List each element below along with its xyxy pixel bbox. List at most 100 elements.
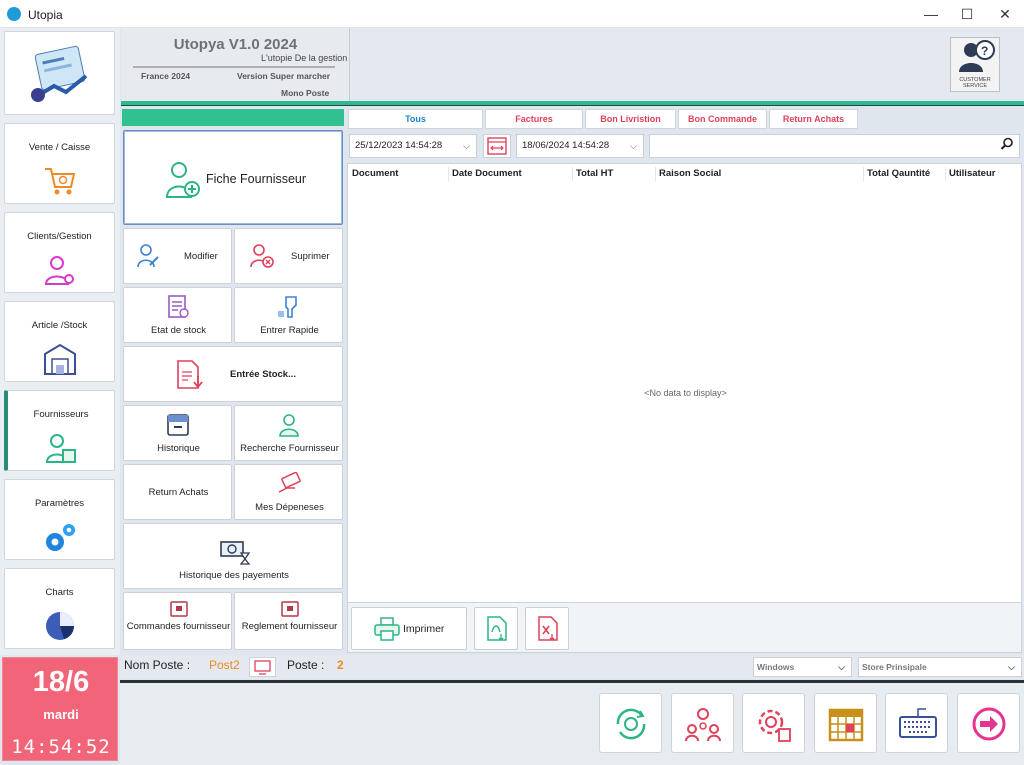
modifier-button[interactable]: Modifier (123, 228, 232, 284)
tab-bon-commande[interactable]: Bon Commande (678, 109, 767, 129)
sync-gear-icon (616, 708, 646, 740)
excel-export-icon (538, 616, 558, 641)
chevron-down-icon: ⌵ (630, 141, 637, 151)
column-header-raison-social[interactable]: Raison Social (659, 168, 721, 179)
empty-table-message: <No data to display> (644, 388, 727, 398)
settings-button[interactable] (742, 693, 805, 753)
app-title: Utopya V1.0 2024 (173, 36, 298, 53)
pdf-export-icon (487, 616, 507, 641)
modifier-label: Modifier (184, 251, 218, 262)
reglement-fournisseur-button[interactable]: Reglement fournisseur (234, 592, 343, 650)
stock-report-icon (168, 295, 189, 318)
close-button[interactable]: ✕ (982, 0, 1024, 28)
title-bar: Utopia — ☐ ✕ (0, 0, 1024, 28)
nav-label: Paramètres (34, 498, 85, 509)
tab-tous[interactable]: Tous (348, 109, 483, 129)
money-hand-icon (278, 472, 301, 493)
warehouse-icon (43, 343, 76, 375)
tab-return-achats[interactable]: Return Achats (769, 109, 858, 129)
sidebar: Vente / Caisse Clients/Gestion Article /… (0, 28, 120, 655)
fiche-fournisseur-button[interactable]: Fiche Fournisseur (123, 130, 343, 225)
illustration-icon (30, 45, 87, 102)
poste-label: Poste : (287, 658, 325, 672)
chevron-down-icon: ⌵ (1008, 662, 1015, 672)
clock-time: 14:54:52 (11, 736, 111, 758)
tab-bon-livristion[interactable]: Bon Livristion (585, 109, 676, 129)
search-icon[interactable] (1000, 137, 1014, 151)
supplier-edit-icon (137, 244, 159, 268)
supplier-delete-icon (250, 244, 274, 268)
documents-table[interactable]: Document Date Document Total HT Raison S… (347, 163, 1022, 603)
printer-icon (374, 617, 400, 641)
export-pdf-button[interactable] (474, 607, 518, 650)
tab-factures[interactable]: Factures (485, 109, 583, 129)
shopping-cart-icon (44, 168, 75, 195)
nom-poste-value: Post2 (209, 658, 240, 672)
mes-depenses-button[interactable]: Mes Dépeneses (234, 464, 343, 520)
accent-bar (121, 101, 1024, 106)
calendar-button[interactable] (814, 693, 877, 753)
suprimer-button[interactable]: Suprimer (234, 228, 343, 284)
nav-vente-caisse[interactable]: Vente / Caisse (4, 123, 115, 204)
supplier-icon (45, 434, 76, 463)
archive-box-icon (167, 414, 189, 436)
commandes-fournisseur-button[interactable]: Commandes fournisseur (123, 592, 232, 650)
app-header: Utopya V1.0 2024 L'utopie De la gestion … (121, 28, 350, 101)
column-header-total-quantite[interactable]: Total Qauntité (867, 168, 930, 179)
app-logo-icon (7, 7, 21, 21)
country-label: France 2024 (141, 71, 191, 81)
nav-label: Fournisseurs (33, 409, 89, 420)
nav-label: Charts (45, 587, 74, 598)
column-header-total-ht[interactable]: Total HT (576, 168, 613, 179)
etat-stock-label: Etat de stock (151, 325, 206, 336)
exit-arrow-icon (972, 707, 1006, 741)
date-to-picker[interactable]: 18/06/2024 14:54:28 ⌵ (516, 134, 644, 158)
keyboard-button[interactable] (885, 693, 948, 753)
exit-button[interactable] (957, 693, 1020, 753)
nav-parametres[interactable]: Paramètres (4, 479, 115, 560)
version-label: Version Super marcher (237, 71, 331, 81)
date-range-button[interactable] (483, 134, 511, 158)
print-button[interactable]: Imprimer (351, 607, 467, 650)
store-select-value: Store Prinsipale (862, 662, 927, 672)
return-achats-button[interactable]: Return Achats (123, 464, 232, 520)
etat-stock-button[interactable]: Etat de stock (123, 287, 232, 343)
nav-article-stock[interactable]: Article /Stock (4, 301, 115, 382)
nav-clients-gestion[interactable]: Clients/Gestion (4, 212, 115, 293)
users-button[interactable] (671, 693, 734, 753)
customer-service-label: CUSTOMER SERVICE (959, 77, 991, 89)
column-header-date-document[interactable]: Date Document (452, 168, 522, 179)
column-separator (655, 167, 656, 181)
column-header-document[interactable]: Document (352, 168, 398, 179)
search-input[interactable] (649, 134, 1020, 158)
window-title: Utopia (28, 8, 63, 22)
recherche-fournisseur-button[interactable]: Recherche Fournisseur (234, 405, 343, 461)
export-excel-button[interactable] (525, 607, 569, 650)
payment-history-icon (220, 541, 251, 565)
customer-service-button[interactable]: ? CUSTOMER SERVICE (950, 37, 1000, 92)
historique-payements-label: Historique des payements (179, 570, 289, 581)
chevron-down-icon: ⌵ (463, 141, 470, 151)
historique-button[interactable]: Historique (123, 405, 232, 461)
mode-label: Mono Poste (281, 88, 330, 98)
store-select[interactable]: Store Prinsipale ⌵ (858, 657, 1022, 677)
monitor-button[interactable] (249, 657, 276, 677)
sync-button[interactable] (599, 693, 662, 753)
pie-chart-icon (45, 612, 74, 640)
column-header-utilisateur[interactable]: Utilisateur (949, 168, 995, 179)
date-from-picker[interactable]: 25/12/2023 14:54:28 ⌵ (349, 134, 477, 158)
gears-icon (45, 524, 75, 551)
entrer-rapide-button[interactable]: Entrer Rapide (234, 287, 343, 343)
entree-stock-button[interactable]: Entrée Stock... (123, 346, 343, 402)
client-gear-icon (44, 256, 74, 285)
historique-label: Historique (157, 443, 200, 454)
fiche-fournisseur-label: Fiche Fournisseur (206, 172, 307, 186)
nav-charts[interactable]: Charts (4, 568, 115, 649)
app-logo-tile (4, 31, 115, 115)
nav-fournisseurs[interactable]: Fournisseurs (4, 390, 115, 471)
theme-select[interactable]: Windows ⌵ (753, 657, 852, 677)
print-label: Imprimer (403, 623, 445, 635)
theme-select-value: Windows (757, 662, 795, 672)
poste-value: 2 (337, 658, 344, 672)
historique-payements-button[interactable]: Historique des payements (123, 523, 343, 589)
